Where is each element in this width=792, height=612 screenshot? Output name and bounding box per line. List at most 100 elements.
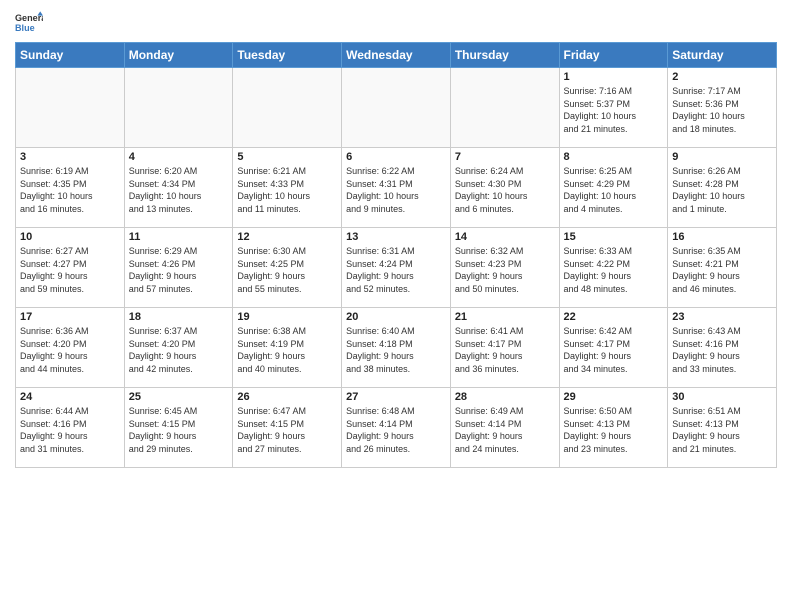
calendar-week-1: 1 Sunrise: 7:16 AM Sunset: 5:37 PM Daylig… [16, 68, 777, 148]
calendar-cell: 29 Sunrise: 6:50 AM Sunset: 4:13 PM Dayli… [559, 388, 668, 468]
weekday-header-thursday: Thursday [450, 43, 559, 68]
day-info: Sunrise: 6:45 AM Sunset: 4:15 PM Dayligh… [129, 405, 229, 455]
day-number: 10 [20, 231, 120, 243]
day-number: 24 [20, 391, 120, 403]
day-info: Sunrise: 7:16 AM Sunset: 5:37 PM Dayligh… [564, 85, 664, 135]
weekday-header-tuesday: Tuesday [233, 43, 342, 68]
day-number: 28 [455, 391, 555, 403]
day-info: Sunrise: 6:26 AM Sunset: 4:28 PM Dayligh… [672, 165, 772, 215]
calendar-cell: 10 Sunrise: 6:27 AM Sunset: 4:27 PM Dayli… [16, 228, 125, 308]
day-info: Sunrise: 6:20 AM Sunset: 4:34 PM Dayligh… [129, 165, 229, 215]
calendar-cell: 7Sunrise: 6:24 AM Sunset: 4:30 PM Daylig… [450, 148, 559, 228]
calendar-cell: 16 Sunrise: 6:35 AM Sunset: 4:21 PM Dayli… [668, 228, 777, 308]
calendar-cell: 28 Sunrise: 6:49 AM Sunset: 4:14 PM Dayli… [450, 388, 559, 468]
calendar-cell [16, 68, 125, 148]
day-info: Sunrise: 6:47 AM Sunset: 4:15 PM Dayligh… [237, 405, 337, 455]
weekday-header-saturday: Saturday [668, 43, 777, 68]
header: General Blue [15, 10, 777, 38]
calendar-cell: 2 Sunrise: 7:17 AM Sunset: 5:36 PM Daylig… [668, 68, 777, 148]
calendar-cell: 24 Sunrise: 6:44 AM Sunset: 4:16 PM Dayli… [16, 388, 125, 468]
day-info: Sunrise: 6:40 AM Sunset: 4:18 PM Dayligh… [346, 325, 446, 375]
day-info: Sunrise: 6:44 AM Sunset: 4:16 PM Dayligh… [20, 405, 120, 455]
day-number: 5 [237, 151, 337, 163]
weekday-header-friday: Friday [559, 43, 668, 68]
logo-icon: General Blue [15, 10, 43, 38]
calendar-cell: 15Sunrise: 6:33 AM Sunset: 4:22 PM Dayli… [559, 228, 668, 308]
calendar-week-3: 10 Sunrise: 6:27 AM Sunset: 4:27 PM Dayli… [16, 228, 777, 308]
day-info: Sunrise: 6:33 AM Sunset: 4:22 PM Dayligh… [564, 245, 664, 295]
day-number: 14 [455, 231, 555, 243]
calendar-week-5: 24 Sunrise: 6:44 AM Sunset: 4:16 PM Dayli… [16, 388, 777, 468]
calendar-cell: 8Sunrise: 6:25 AM Sunset: 4:29 PM Daylig… [559, 148, 668, 228]
calendar-cell: 27 Sunrise: 6:48 AM Sunset: 4:14 PM Dayli… [342, 388, 451, 468]
day-info: Sunrise: 6:29 AM Sunset: 4:26 PM Dayligh… [129, 245, 229, 295]
day-number: 4 [129, 151, 229, 163]
day-info: Sunrise: 6:21 AM Sunset: 4:33 PM Dayligh… [237, 165, 337, 215]
day-number: 20 [346, 311, 446, 323]
calendar-week-2: 3 Sunrise: 6:19 AM Sunset: 4:35 PM Daylig… [16, 148, 777, 228]
day-number: 22 [564, 311, 664, 323]
calendar-cell: 5 Sunrise: 6:21 AM Sunset: 4:33 PM Daylig… [233, 148, 342, 228]
calendar-cell: 20 Sunrise: 6:40 AM Sunset: 4:18 PM Dayli… [342, 308, 451, 388]
calendar-cell: 12Sunrise: 6:30 AM Sunset: 4:25 PM Dayli… [233, 228, 342, 308]
day-number: 23 [672, 311, 772, 323]
calendar-cell [124, 68, 233, 148]
calendar-cell [450, 68, 559, 148]
calendar-cell: 1 Sunrise: 7:16 AM Sunset: 5:37 PM Daylig… [559, 68, 668, 148]
day-info: Sunrise: 6:32 AM Sunset: 4:23 PM Dayligh… [455, 245, 555, 295]
day-number: 7 [455, 151, 555, 163]
calendar-cell: 14 Sunrise: 6:32 AM Sunset: 4:23 PM Dayli… [450, 228, 559, 308]
day-number: 26 [237, 391, 337, 403]
calendar-cell: 19 Sunrise: 6:38 AM Sunset: 4:19 PM Dayli… [233, 308, 342, 388]
day-info: Sunrise: 6:27 AM Sunset: 4:27 PM Dayligh… [20, 245, 120, 295]
day-number: 11 [129, 231, 229, 243]
calendar-cell: 11 Sunrise: 6:29 AM Sunset: 4:26 PM Dayli… [124, 228, 233, 308]
calendar-week-4: 17Sunrise: 6:36 AM Sunset: 4:20 PM Dayli… [16, 308, 777, 388]
weekday-header-row: SundayMondayTuesdayWednesdayThursdayFrid… [16, 43, 777, 68]
weekday-header-monday: Monday [124, 43, 233, 68]
svg-text:Blue: Blue [15, 23, 35, 33]
weekday-header-wednesday: Wednesday [342, 43, 451, 68]
day-number: 1 [564, 71, 664, 83]
day-number: 9 [672, 151, 772, 163]
calendar-cell: 21 Sunrise: 6:41 AM Sunset: 4:17 PM Dayli… [450, 308, 559, 388]
day-info: Sunrise: 6:19 AM Sunset: 4:35 PM Dayligh… [20, 165, 120, 215]
day-number: 29 [564, 391, 664, 403]
day-info: Sunrise: 6:22 AM Sunset: 4:31 PM Dayligh… [346, 165, 446, 215]
calendar-cell: 18Sunrise: 6:37 AM Sunset: 4:20 PM Dayli… [124, 308, 233, 388]
day-number: 2 [672, 71, 772, 83]
day-info: Sunrise: 6:49 AM Sunset: 4:14 PM Dayligh… [455, 405, 555, 455]
calendar-cell: 26 Sunrise: 6:47 AM Sunset: 4:15 PM Dayli… [233, 388, 342, 468]
day-info: Sunrise: 6:48 AM Sunset: 4:14 PM Dayligh… [346, 405, 446, 455]
day-info: Sunrise: 6:38 AM Sunset: 4:19 PM Dayligh… [237, 325, 337, 375]
day-info: Sunrise: 6:50 AM Sunset: 4:13 PM Dayligh… [564, 405, 664, 455]
day-info: Sunrise: 6:41 AM Sunset: 4:17 PM Dayligh… [455, 325, 555, 375]
day-number: 17 [20, 311, 120, 323]
day-info: Sunrise: 7:17 AM Sunset: 5:36 PM Dayligh… [672, 85, 772, 135]
day-number: 30 [672, 391, 772, 403]
day-info: Sunrise: 6:42 AM Sunset: 4:17 PM Dayligh… [564, 325, 664, 375]
day-number: 27 [346, 391, 446, 403]
day-info: Sunrise: 6:35 AM Sunset: 4:21 PM Dayligh… [672, 245, 772, 295]
day-info: Sunrise: 6:30 AM Sunset: 4:25 PM Dayligh… [237, 245, 337, 295]
calendar-cell [233, 68, 342, 148]
calendar-cell: 13Sunrise: 6:31 AM Sunset: 4:24 PM Dayli… [342, 228, 451, 308]
day-info: Sunrise: 6:51 AM Sunset: 4:13 PM Dayligh… [672, 405, 772, 455]
weekday-header-sunday: Sunday [16, 43, 125, 68]
day-info: Sunrise: 6:43 AM Sunset: 4:16 PM Dayligh… [672, 325, 772, 375]
day-number: 19 [237, 311, 337, 323]
day-number: 25 [129, 391, 229, 403]
calendar-cell: 3 Sunrise: 6:19 AM Sunset: 4:35 PM Daylig… [16, 148, 125, 228]
calendar-cell: 4 Sunrise: 6:20 AM Sunset: 4:34 PM Daylig… [124, 148, 233, 228]
day-number: 8 [564, 151, 664, 163]
calendar-cell: 17Sunrise: 6:36 AM Sunset: 4:20 PM Dayli… [16, 308, 125, 388]
day-number: 21 [455, 311, 555, 323]
day-number: 6 [346, 151, 446, 163]
logo: General Blue [15, 10, 43, 38]
calendar-cell: 9 Sunrise: 6:26 AM Sunset: 4:28 PM Daylig… [668, 148, 777, 228]
page-container: General Blue SundayMondayTuesdayWednesda… [0, 0, 792, 473]
day-number: 13 [346, 231, 446, 243]
day-number: 16 [672, 231, 772, 243]
calendar-cell: 30 Sunrise: 6:51 AM Sunset: 4:13 PM Dayli… [668, 388, 777, 468]
day-number: 3 [20, 151, 120, 163]
